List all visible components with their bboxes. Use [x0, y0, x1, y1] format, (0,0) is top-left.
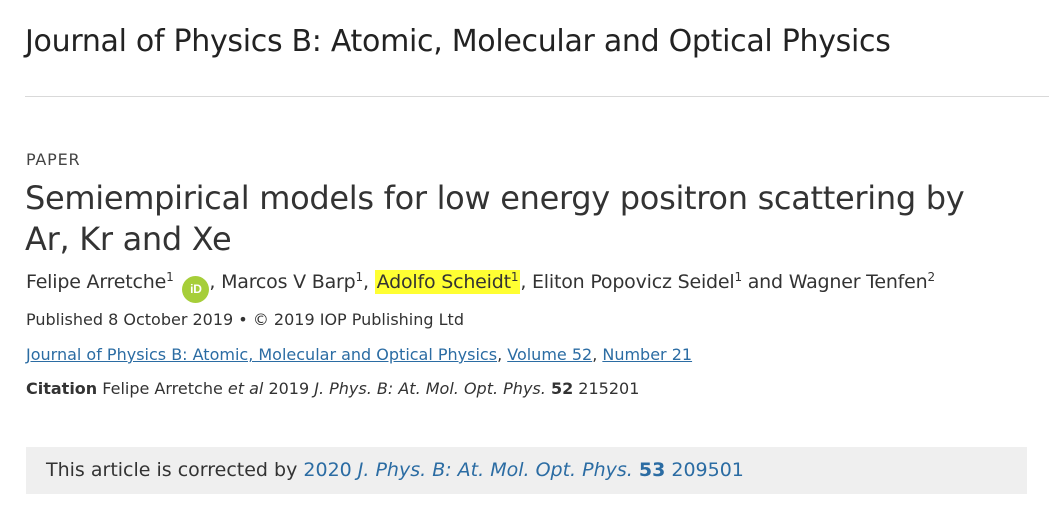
author-affiliation: 1 — [510, 270, 519, 284]
citation-label: Citation — [26, 379, 98, 398]
author-name[interactable]: Marcos V Barp — [221, 271, 356, 293]
author-affiliation: 2 — [927, 270, 936, 284]
journal-link[interactable]: Journal of Physics B: Atomic, Molecular … — [26, 345, 497, 364]
article-type-label: PAPER — [26, 150, 81, 169]
journal-header: Journal of Physics B: Atomic, Molecular … — [25, 24, 891, 59]
citation-etal: et al — [227, 379, 264, 398]
citation-authors: Felipe Arretche — [102, 379, 223, 398]
author-affiliation: 1 — [355, 270, 364, 284]
author-affiliation: 1 — [734, 270, 742, 284]
published-info: Published 8 October 2019 • © 2019 IOP Pu… — [26, 310, 464, 329]
author-name[interactable]: Eliton Popovicz Seidel — [532, 271, 735, 293]
journal-links: Journal of Physics B: Atomic, Molecular … — [26, 345, 693, 364]
author-name[interactable]: Felipe Arretche — [26, 271, 166, 293]
volume-link[interactable]: Volume 52 — [507, 345, 592, 364]
header-divider — [25, 96, 1049, 97]
author-name[interactable]: Wagner Tenfen — [789, 271, 928, 293]
correction-prefix: This article is corrected by — [46, 459, 298, 481]
citation-year: 2019 — [268, 379, 310, 398]
article-title: Semiempirical models for low energy posi… — [25, 179, 965, 258]
citation-volume: 52 — [550, 379, 574, 398]
correction-notice: This article is corrected by 2020 J. Phy… — [26, 447, 1027, 494]
citation-line: Citation Felipe Arretche et al 2019 J. P… — [26, 379, 639, 398]
citation-journal: J. Phys. B: At. Mol. Opt. Phys. — [314, 379, 546, 398]
author-name-highlighted[interactable]: Adolfo Scheidt1 — [374, 270, 521, 294]
author-list: Felipe Arretche1 iD, Marcos V Barp1, Ado… — [26, 270, 936, 303]
correction-link[interactable]: 2020 J. Phys. B: At. Mol. Opt. Phys. 53 … — [303, 459, 744, 481]
author-affiliation: 1 — [166, 270, 174, 284]
orcid-icon[interactable]: iD — [182, 276, 210, 303]
citation-article-number: 215201 — [578, 379, 640, 398]
number-link[interactable]: Number 21 — [602, 345, 692, 364]
